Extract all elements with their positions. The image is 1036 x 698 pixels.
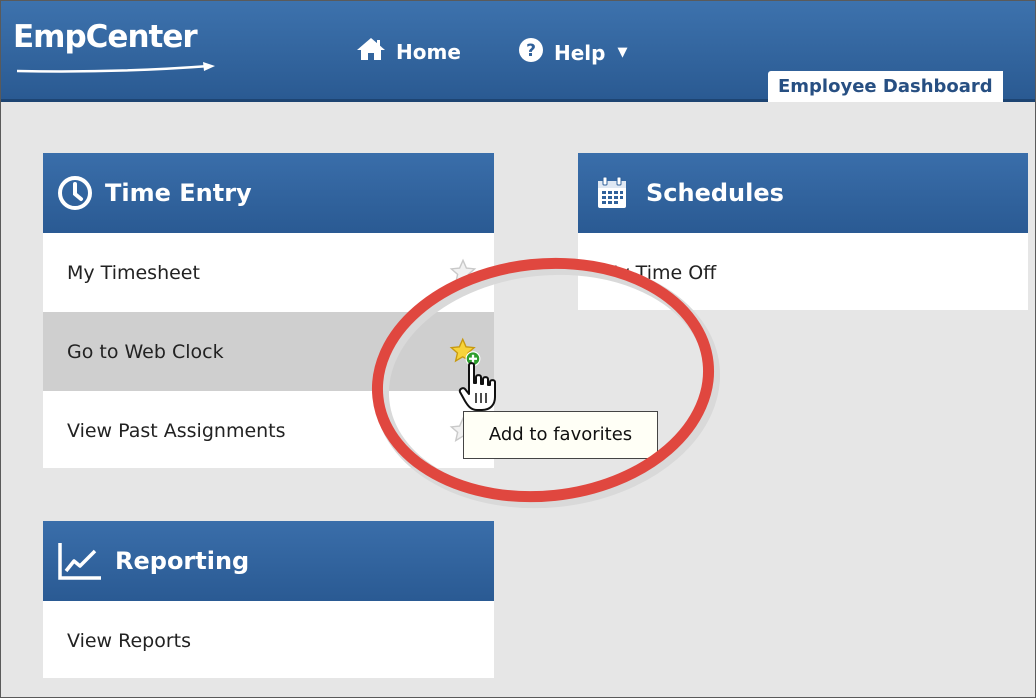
nav-home-label: Home [396,39,461,64]
reporting-title: Reporting [115,547,250,575]
top-navigation-bar: EmpCenter Home ? Help ▼ Employee Dashboa… [1,1,1035,102]
list-item-label: View Past Assignments [67,419,286,442]
hand-cursor-icon [458,362,496,411]
tab-employee-dashboard[interactable]: Employee Dashboard [768,71,1003,102]
chevron-down-icon: ▼ [617,45,628,60]
schedules-title: Schedules [646,179,784,207]
help-icon: ? [518,37,544,68]
home-icon [356,37,386,66]
svg-text:?: ? [526,41,536,61]
app-logo[interactable]: EmpCenter [13,19,198,55]
reporting-header: Reporting [43,521,494,601]
nav-home[interactable]: Home [356,37,461,66]
line-chart-icon [57,541,103,581]
list-item-label: Go to Web Clock [67,340,224,363]
highlight-ellipse [371,257,721,509]
schedules-header: Schedules [578,153,1028,233]
nav-help[interactable]: ? Help ▼ [518,37,627,68]
nav-help-label: Help [554,40,606,65]
app-frame: EmpCenter Home ? Help ▼ Employee Dashboa… [0,0,1036,698]
time-entry-title: Time Entry [105,179,252,207]
clock-icon [57,175,93,211]
reporting-panel: Reporting View Reports [43,521,494,678]
list-item-view-reports[interactable]: View Reports [43,601,494,680]
list-item-label: View Reports [67,629,192,652]
time-entry-header: Time Entry [43,153,494,233]
logo-swoosh [17,62,215,73]
calendar-icon [596,176,628,210]
list-item-label: My Timesheet [67,261,200,284]
